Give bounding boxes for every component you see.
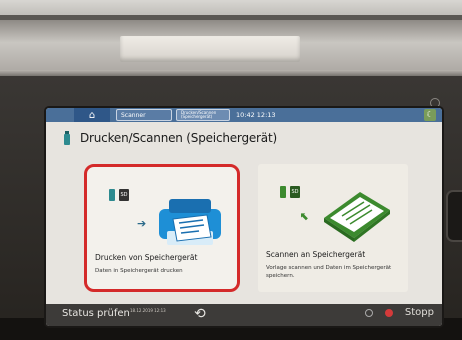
- indicator-ring-icon: [364, 308, 373, 317]
- side-knob: [446, 190, 462, 242]
- bottom-bar: Status prüfen 18.12.2019 12:13 ⟲ Stopp: [46, 304, 442, 326]
- print-from-storage-card[interactable]: SD ➔ Drucken von Speichergerät Daten in …: [84, 164, 240, 292]
- page-title: Drucken/Scannen (Speichergerät): [80, 131, 277, 145]
- top-bar: ⌂ Scanner Drucken/Scannen (Speichergerät…: [46, 108, 442, 122]
- moon-icon: ☾: [426, 110, 434, 119]
- page-header: Drucken/Scannen (Speichergerät): [62, 128, 277, 148]
- photo-scene: ⌂ Scanner Drucken/Scannen (Speichergerät…: [0, 0, 462, 340]
- sd-card-icon: SD: [290, 186, 300, 198]
- arrow-right-icon: ➔: [137, 217, 147, 230]
- bottom-clock: 18.12.2019 12:13: [130, 308, 166, 313]
- printer-top-strip: [0, 0, 462, 20]
- usb-icon: [62, 131, 72, 145]
- back-icon[interactable]: ⟲: [194, 306, 206, 322]
- status-check-button[interactable]: Status prüfen: [62, 308, 130, 319]
- home-button[interactable]: ⌂: [74, 108, 110, 122]
- home-icon: ⌂: [88, 109, 96, 121]
- stop-button[interactable]: Stopp: [405, 307, 434, 318]
- stop-area: Stopp: [364, 307, 434, 318]
- print-card-subtitle: Daten in Speichergerät drucken: [95, 268, 183, 274]
- usb-stick-icon: [109, 189, 115, 201]
- tab-scanner[interactable]: Scanner: [116, 109, 172, 121]
- printer-icon: [159, 199, 221, 245]
- scan-card-subtitle: Vorlage scannen und Daten im Speicherger…: [266, 265, 392, 279]
- sd-card-icon: SD: [119, 189, 129, 201]
- clock: 10:42 12:13: [236, 111, 276, 119]
- arrow-left-icon: ⬉: [300, 210, 310, 223]
- usb-stick-icon: [280, 186, 286, 198]
- scan-to-storage-card[interactable]: SD ⬉ Scannen an Speichergerät Vorlage sc…: [258, 164, 408, 292]
- power-indicator-icon: [430, 98, 440, 108]
- tab-print-scan-storage-label: Drucken/Scannen (Speichergerät): [181, 110, 217, 119]
- tab-print-scan-storage[interactable]: Drucken/Scannen (Speichergerät): [176, 109, 230, 121]
- scan-card-title: Scannen an Speichergerät: [266, 250, 366, 259]
- sleep-mode-button[interactable]: ☾: [424, 109, 436, 121]
- touch-screen: ⌂ Scanner Drucken/Scannen (Speichergerät…: [46, 108, 442, 326]
- stop-icon[interactable]: [384, 308, 393, 317]
- paper-slot: [120, 36, 300, 62]
- tab-scanner-label: Scanner: [121, 111, 146, 119]
- scanner-icon: [324, 192, 390, 242]
- print-card-title: Drucken von Speichergerät: [95, 253, 198, 262]
